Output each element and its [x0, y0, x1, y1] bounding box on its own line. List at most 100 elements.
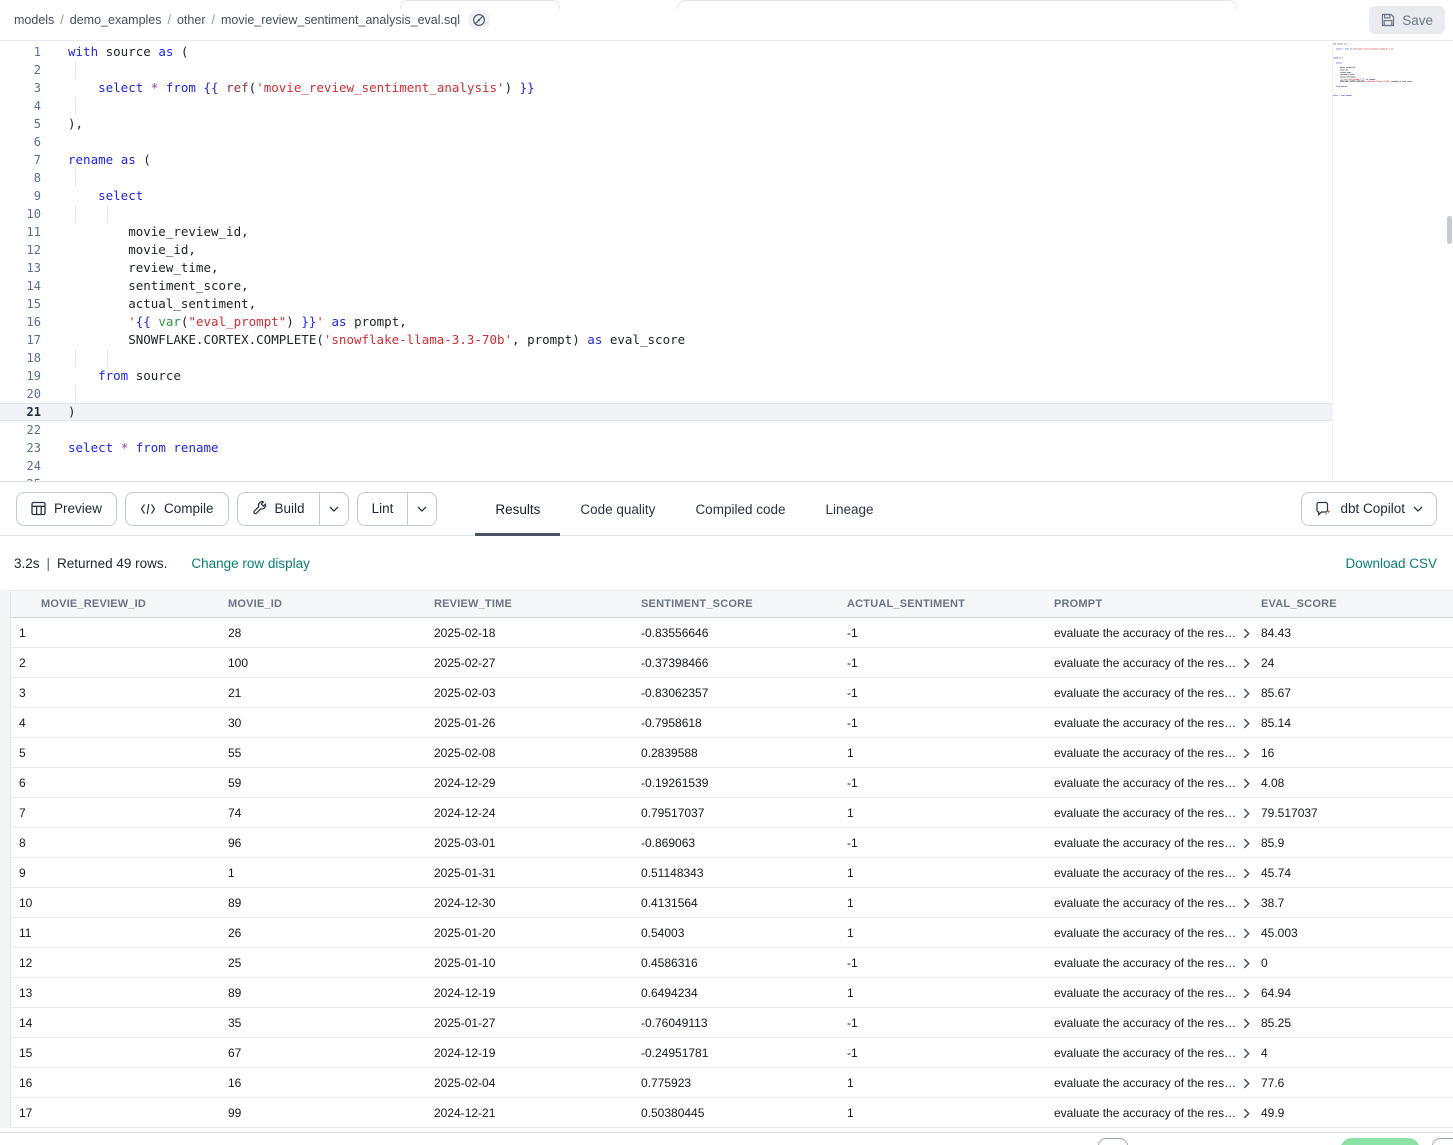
file-state-button[interactable] — [468, 9, 490, 31]
sql-code-editor[interactable]: 1with source as (23 select * from {{ ref… — [0, 41, 1453, 482]
code-line-24[interactable]: 24 — [0, 457, 1332, 475]
expand-cell-icon[interactable] — [1243, 898, 1250, 909]
cell-movie_id: 55 — [218, 746, 424, 760]
line-number: 6 — [0, 133, 41, 151]
cell-actual_sentiment: 1 — [837, 806, 1044, 820]
expand-cell-icon[interactable] — [1243, 988, 1250, 999]
expand-cell-icon[interactable] — [1243, 808, 1250, 819]
expand-cell-icon[interactable] — [1243, 718, 1250, 729]
code-line-16[interactable]: 16 '{{ var("eval_prompt") }}' as prompt, — [0, 313, 1332, 331]
cell-movie_id: 30 — [218, 716, 424, 730]
cell-eval_score: 45.74 — [1251, 866, 1453, 880]
dbt-copilot-button[interactable]: dbt Copilot — [1301, 492, 1437, 526]
cell-prompt: evaluate the accuracy of the res… — [1044, 896, 1251, 910]
code-line-14[interactable]: 14 sentiment_score, — [0, 277, 1332, 295]
cell-actual_sentiment: -1 — [837, 956, 1044, 970]
expand-cell-icon[interactable] — [1243, 868, 1250, 879]
expand-cell-icon[interactable] — [1243, 748, 1250, 759]
cell-actual_sentiment: 1 — [837, 746, 1044, 760]
cell-movie_id: 16 — [218, 1076, 424, 1090]
footer-button[interactable] — [1432, 1138, 1453, 1145]
code-line-17[interactable]: 17 SNOWFLAKE.CORTEX.COMPLETE('snowflake-… — [0, 331, 1332, 349]
code-line-23[interactable]: 23select * from rename — [0, 439, 1332, 457]
line-number: 5 — [0, 115, 41, 133]
code-line-20[interactable]: 20 — [0, 385, 1332, 403]
code-text: from source — [68, 368, 181, 383]
tab-compiled-code[interactable]: Compiled code — [675, 482, 805, 536]
preview-button[interactable]: Preview — [16, 492, 117, 526]
code-line-11[interactable]: 11 movie_review_id, — [0, 223, 1332, 241]
lint-button[interactable]: Lint — [357, 492, 408, 526]
minimap[interactable]: with source as ( select * from {{ ref('m… — [1332, 43, 1446, 101]
expand-cell-icon[interactable] — [1243, 688, 1250, 699]
code-line-1[interactable]: 1with source as ( — [0, 43, 1332, 61]
column-header-review_time: REVIEW_TIME — [424, 598, 631, 610]
code-line-10[interactable]: 10 — [0, 205, 1332, 223]
code-line-22[interactable]: 22 — [0, 421, 1332, 439]
expand-cell-icon[interactable] — [1243, 1108, 1250, 1119]
line-number: 3 — [0, 79, 41, 97]
expand-cell-icon[interactable] — [1243, 958, 1250, 969]
download-csv-link[interactable]: Download CSV — [1345, 556, 1437, 571]
cell-eval_score: 49.9 — [1251, 1106, 1453, 1120]
indent-guide — [75, 97, 76, 115]
breadcrumb-segment[interactable]: models — [14, 13, 54, 27]
code-line-7[interactable]: 7rename as ( — [0, 151, 1332, 169]
table-row: 8962025-03-01-0.869063-1evaluate the acc… — [11, 828, 1453, 858]
cell-eval_score: 45.003 — [1251, 926, 1453, 940]
expand-cell-icon[interactable] — [1243, 838, 1250, 849]
cell-movie_review_id: 13 — [11, 986, 218, 1000]
breadcrumb-segment[interactable]: other — [177, 13, 206, 27]
footer-button[interactable] — [1098, 1138, 1128, 1145]
cell-review_time: 2025-01-27 — [424, 1016, 631, 1030]
code-line-8[interactable]: 8 — [0, 169, 1332, 187]
editor-scrollbar-thumb[interactable] — [1447, 216, 1452, 244]
code-line-13[interactable]: 13 review_time, — [0, 259, 1332, 277]
prompt-cell-text: evaluate the accuracy of the res… — [1054, 836, 1236, 850]
cell-actual_sentiment: -1 — [837, 776, 1044, 790]
change-row-display-link[interactable]: Change row display — [191, 556, 310, 571]
code-line-15[interactable]: 15 actual_sentiment, — [0, 295, 1332, 313]
minimap-content: with source as ( select * from {{ ref('m… — [1332, 43, 1446, 101]
cell-eval_score: 85.67 — [1251, 686, 1453, 700]
table-row: 12252025-01-100.4586316-1evaluate the ac… — [11, 948, 1453, 978]
expand-cell-icon[interactable] — [1243, 628, 1250, 639]
expand-cell-icon[interactable] — [1243, 928, 1250, 939]
bottom-footer-bar — [0, 1132, 1453, 1145]
table-row: 6592024-12-29-0.19261539-1evaluate the a… — [11, 768, 1453, 798]
code-line-18[interactable]: 18 — [0, 349, 1332, 367]
code-line-12[interactable]: 12 movie_id, — [0, 241, 1332, 259]
cell-actual_sentiment: 1 — [837, 1106, 1044, 1120]
code-line-6[interactable]: 6 — [0, 133, 1332, 151]
cell-movie_id: 21 — [218, 686, 424, 700]
code-line-5[interactable]: 5), — [0, 115, 1332, 133]
expand-cell-icon[interactable] — [1243, 1048, 1250, 1059]
footer-primary-button[interactable] — [1340, 1138, 1420, 1145]
code-line-19[interactable]: 19 from source — [0, 367, 1332, 385]
breadcrumb-segment[interactable]: demo_examples — [70, 13, 162, 27]
code-line-2[interactable]: 2 — [0, 61, 1332, 79]
save-button[interactable]: Save — [1369, 6, 1445, 34]
code-line-21[interactable]: 21) — [0, 403, 1332, 421]
prompt-cell-text: evaluate the accuracy of the res… — [1054, 1016, 1236, 1030]
code-line-4[interactable]: 4 — [0, 97, 1332, 115]
code-line-9[interactable]: 9 select — [0, 187, 1332, 205]
expand-cell-icon[interactable] — [1243, 658, 1250, 669]
cell-actual_sentiment: -1 — [837, 686, 1044, 700]
lint-options-dropdown[interactable] — [407, 492, 437, 526]
expand-cell-icon[interactable] — [1243, 778, 1250, 789]
code-line-25[interactable]: 25 — [0, 475, 1332, 482]
table-row: 14352025-01-27-0.76049113-1evaluate the … — [11, 1008, 1453, 1038]
code-line-3[interactable]: 3 select * from {{ ref('movie_review_sen… — [0, 79, 1332, 97]
build-button[interactable]: Build — [237, 492, 319, 526]
build-options-dropdown[interactable] — [319, 492, 349, 526]
cell-prompt: evaluate the accuracy of the res… — [1044, 1106, 1251, 1120]
compile-button[interactable]: Compile — [125, 492, 229, 526]
line-number: 8 — [0, 169, 41, 187]
expand-cell-icon[interactable] — [1243, 1018, 1250, 1029]
expand-cell-icon[interactable] — [1243, 1078, 1250, 1089]
tab-lineage[interactable]: Lineage — [806, 482, 894, 536]
tab-code-quality[interactable]: Code quality — [560, 482, 675, 536]
breadcrumb-segment[interactable]: movie_review_sentiment_analysis_eval.sql — [221, 13, 460, 27]
tab-results[interactable]: Results — [475, 482, 560, 536]
